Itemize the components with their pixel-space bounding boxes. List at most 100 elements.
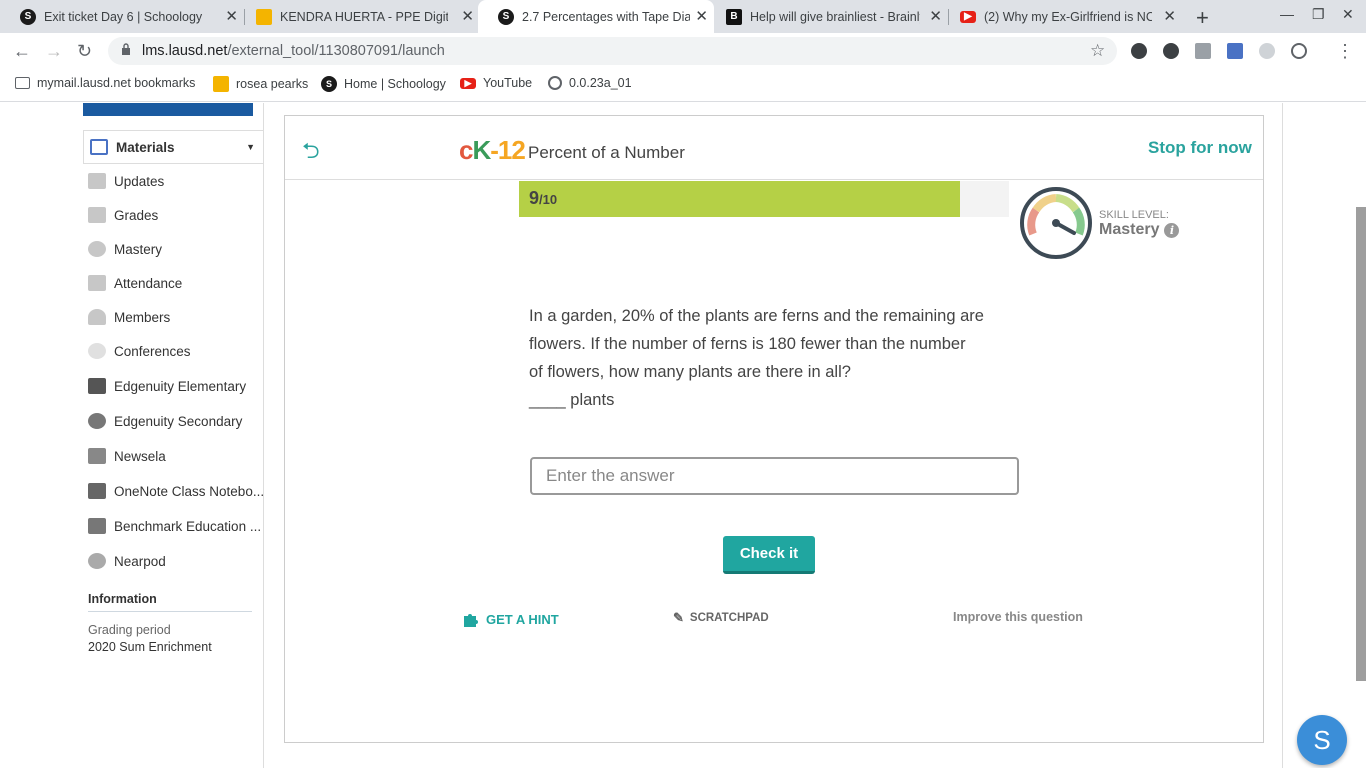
grading-period-label: Grading period: [88, 623, 171, 637]
bookmark-item[interactable]: S Home | Schoology: [321, 76, 446, 92]
sidebar-item-label: Grades: [114, 207, 159, 223]
stop-for-now-button[interactable]: Stop for now: [1148, 138, 1252, 158]
sidebar-item-members[interactable]: Members: [88, 309, 170, 325]
sidebar-item-mastery[interactable]: Mastery: [88, 241, 162, 257]
course-banner: [83, 103, 253, 116]
brainly-icon: B: [726, 8, 742, 25]
bookmark-star-icon[interactable]: ☆: [1090, 41, 1105, 61]
sidebar-item-label: Edgenuity Elementary: [114, 378, 247, 394]
ck12-logo: cK-12: [459, 135, 526, 165]
extension-screencast-icon[interactable]: [1227, 43, 1243, 59]
progress-count: 9/10: [529, 188, 558, 208]
sidebar-item-label: Attendance: [114, 275, 183, 291]
newsela-icon: [88, 448, 106, 464]
sidebar-item-edgenuity-secondary[interactable]: Edgenuity Secondary: [88, 413, 242, 429]
schoology-icon: S: [20, 8, 36, 25]
onenote-icon: [88, 483, 106, 499]
extension-cursor-icon[interactable]: [1259, 43, 1275, 59]
new-tab-icon[interactable]: +: [1196, 5, 1209, 31]
updates-icon: [88, 173, 106, 189]
extension-g-icon[interactable]: [1195, 43, 1211, 59]
bookmark-item[interactable]: 0.0.23a_01: [548, 76, 632, 90]
ck12-header: [285, 116, 1263, 180]
bookmark-item[interactable]: rosea pearks: [213, 76, 308, 92]
sidebar-item-benchmark[interactable]: Benchmark Education ...: [88, 518, 261, 534]
tab-title: KENDRA HUERTA - PPE Digital: [280, 9, 448, 24]
reload-icon[interactable]: ↻: [77, 41, 92, 62]
scrollbar-thumb[interactable]: [1356, 207, 1366, 681]
youtube-icon: ▶: [460, 77, 476, 89]
sidebar-item-edgenuity-elementary[interactable]: Edgenuity Elementary: [88, 378, 246, 394]
attendance-icon: [88, 275, 106, 291]
youtube-icon: ▶: [960, 10, 976, 23]
improve-question-link[interactable]: Improve this question: [953, 610, 1083, 624]
question-text: In a garden, 20% of the plants are ferns…: [529, 307, 984, 409]
nearpod-icon: [88, 553, 106, 569]
sidebar-item-label: Edgenuity Secondary: [114, 413, 243, 429]
sidebar-item-attendance[interactable]: Attendance: [88, 275, 182, 291]
close-window-icon[interactable]: ✕: [1342, 6, 1354, 23]
browser-tab-5[interactable]: ▶ (2) Why my Ex-Girlfriend is NOT ✕: [940, 0, 1182, 33]
dropdown-arrow-icon: ▼: [246, 142, 255, 152]
bookmark-label: Home | Schoology: [344, 77, 446, 91]
grading-period-value: 2020 Sum Enrichment: [88, 640, 212, 654]
scratchpad-button[interactable]: ✎ SCRATCHPAD: [673, 610, 769, 626]
sidebar-item-onenote[interactable]: OneNote Class Notebo...: [88, 483, 264, 499]
answer-input[interactable]: [530, 457, 1019, 495]
sidebar-item-label: Mastery: [114, 241, 163, 257]
lock-icon: [122, 43, 130, 55]
check-it-button[interactable]: Check it: [723, 536, 815, 574]
bookmark-label: 0.0.23a_01: [569, 76, 632, 90]
info-icon[interactable]: i: [1164, 222, 1180, 238]
return-icon[interactable]: ⮌: [302, 134, 320, 172]
tab-title: Exit ticket Day 6 | Schoology: [44, 9, 203, 24]
edgenuity-icon: [88, 413, 106, 429]
materials-menu[interactable]: Materials ▼: [83, 130, 264, 164]
sidebar-item-updates[interactable]: Updates: [88, 173, 164, 189]
globe-icon: [548, 76, 562, 90]
url-text[interactable]: lms.lausd.net/external_tool/1130807091/l…: [142, 43, 445, 59]
sidebar-item-label: Updates: [114, 173, 165, 189]
sidebar-item-label: OneNote Class Notebo...: [114, 483, 265, 499]
materials-icon: [90, 139, 108, 155]
browser-tab-active[interactable]: S 2.7 Percentages with Tape Diag ✕: [478, 0, 714, 33]
materials-label: Materials: [116, 139, 175, 155]
bookmark-label: rosea pearks: [236, 77, 309, 91]
close-tab-icon[interactable]: ✕: [1163, 9, 1176, 24]
folder-icon: [15, 77, 30, 89]
minimize-icon[interactable]: —: [1280, 6, 1294, 22]
browser-tab-4[interactable]: B Help will give brainliest - Brainly ✕: [706, 0, 949, 33]
tab-title: 2.7 Percentages with Tape Diag: [522, 9, 690, 24]
sidebar-item-label: Newsela: [114, 448, 166, 464]
restore-icon[interactable]: ❐: [1312, 6, 1325, 23]
puzzle-icon: [464, 614, 478, 627]
slides-icon: [213, 76, 229, 92]
mastery-icon: [88, 241, 106, 257]
sidebar-item-grades[interactable]: Grades: [88, 207, 158, 223]
sidebar-item-newsela[interactable]: Newsela: [88, 448, 166, 464]
tab-title: (2) Why my Ex-Girlfriend is NOT: [984, 9, 1152, 24]
bookmarks-bar: [0, 69, 1366, 102]
back-icon[interactable]: ←: [13, 41, 31, 62]
extension-shield-icon[interactable]: [1163, 43, 1179, 59]
sidebar-item-conferences[interactable]: Conferences: [88, 343, 191, 359]
browser-tab-2[interactable]: KENDRA HUERTA - PPE Digital ✕: [236, 0, 481, 33]
extension-shield-icon[interactable]: [1131, 43, 1147, 59]
browser-tab-1[interactable]: S Exit ticket Day 6 | Schoology ✕: [0, 0, 245, 33]
progress-fill: [519, 181, 960, 217]
get-hint-button[interactable]: GET A HINT: [462, 610, 559, 628]
content-divider: [1282, 103, 1283, 768]
information-heading: Information: [88, 592, 157, 606]
course-sidebar: [83, 103, 264, 768]
profile-icon[interactable]: [1291, 43, 1307, 59]
menu-icon[interactable]: ⋮: [1336, 41, 1354, 62]
conferences-icon: [88, 343, 106, 359]
bookmark-item[interactable]: ▶ YouTube: [460, 76, 532, 90]
tab-title: Help will give brainliest - Brainly: [750, 9, 920, 24]
forward-icon[interactable]: →: [45, 41, 63, 62]
schoology-chat-button[interactable]: S: [1297, 715, 1347, 765]
bookmark-item[interactable]: mymail.lausd.net bookmarks: [15, 76, 195, 90]
sidebar-item-nearpod[interactable]: Nearpod: [88, 553, 166, 569]
skill-level-value: Mastery i: [1099, 221, 1180, 239]
close-tab-icon[interactable]: ✕: [461, 9, 474, 24]
